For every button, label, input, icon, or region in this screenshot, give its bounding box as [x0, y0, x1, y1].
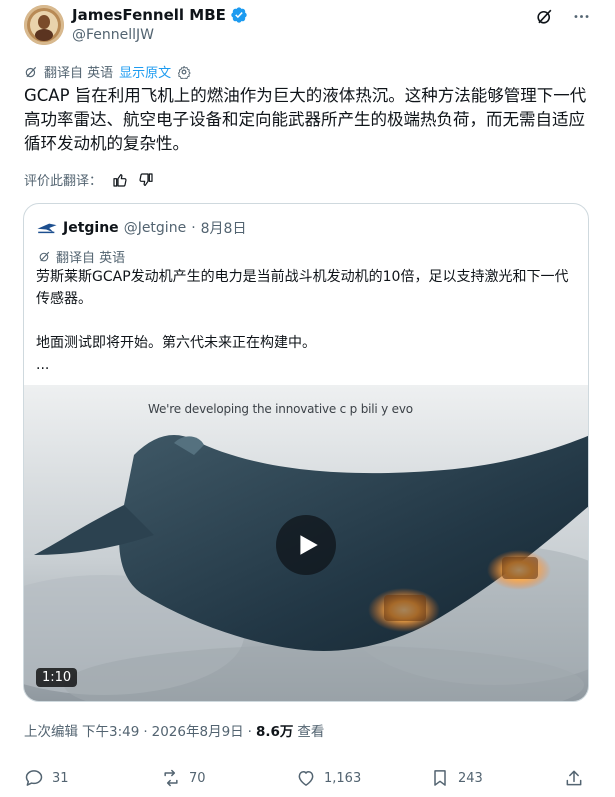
quoted-tweet-card[interactable]: Jetgine @Jetgine · 8月8日 翻译自 英语 劳斯莱斯GCAP发… — [23, 203, 589, 702]
bookmark-button[interactable]: 243 — [430, 768, 483, 788]
avatar[interactable] — [24, 5, 64, 45]
quoted-author-name[interactable]: Jetgine — [63, 220, 119, 236]
reply-icon — [25, 770, 43, 786]
quoted-author-handle[interactable]: @Jetgine — [124, 220, 187, 236]
reply-count: 31 — [52, 770, 69, 786]
translated-from-label: 翻译自 英语 — [44, 66, 114, 81]
play-icon — [300, 535, 318, 555]
display-name[interactable]: JamesFennell MBE — [72, 6, 226, 24]
views-count: 8.6万 — [255, 724, 294, 740]
quoted-translated-from: 翻译自 英语 — [56, 251, 126, 266]
rate-translation-bar: 评价此翻译： — [24, 170, 154, 189]
edited-label[interactable]: 上次编辑 — [24, 720, 78, 740]
quoted-paragraph-2: 地面测试即将开始。第六代未来正在构建中。 — [36, 335, 316, 351]
thumbs-down-icon[interactable] — [138, 172, 154, 188]
quoted-tweet-text: 劳斯莱斯GCAP发动机产生的电力是当前战斗机发动机的10倍，足以支持激光和下一代… — [36, 266, 581, 376]
quoted-date[interactable]: 8月8日 — [201, 218, 247, 238]
repost-icon — [164, 769, 178, 787]
tweet-date[interactable]: 2026年8月9日 — [152, 720, 244, 740]
repost-button[interactable]: 70 — [161, 768, 206, 788]
like-count: 1,163 — [324, 770, 362, 786]
like-icon — [298, 771, 314, 786]
tweet-text: GCAP 旨在利用飞机上的燃油作为巨大的液体热沉。这种方法能够管理下一代高功率雷… — [24, 86, 587, 153]
translate-icon — [39, 251, 50, 262]
tweet-metadata: 上次编辑 下午3:49 · 2026年8月9日 · 8.6万 查看 — [24, 720, 324, 740]
action-bar: 31 70 1,163 243 — [24, 768, 591, 792]
video-caption: We're developing the innovative c p bili… — [148, 402, 413, 416]
video-duration: 1:10 — [36, 668, 78, 687]
bookmark-icon — [434, 770, 446, 786]
handle[interactable]: @FennellJW — [72, 27, 154, 43]
like-button[interactable]: 1,163 — [296, 768, 361, 788]
play-button[interactable] — [276, 515, 336, 575]
quoted-paragraph-1: 劳斯莱斯GCAP发动机产生的电力是当前战斗机发动机的10倍，足以支持激光和下一代… — [36, 269, 569, 307]
settings-icon[interactable] — [177, 65, 191, 79]
translation-bar: 翻译自 英语 显示原文 — [24, 62, 191, 81]
translate-icon — [25, 66, 37, 77]
repost-count: 70 — [189, 770, 206, 786]
quoted-translation-label: 翻译自 英语 — [38, 247, 125, 266]
share-button[interactable] — [564, 768, 584, 788]
grok-icon[interactable] — [535, 7, 554, 26]
video-player[interactable]: We're developing the innovative c p bili… — [24, 385, 588, 701]
quoted-separator: · — [191, 220, 196, 236]
show-original-link[interactable]: 显示原文 — [119, 62, 171, 81]
verified-badge-icon — [231, 7, 247, 23]
quoted-ellipsis: ... — [36, 357, 50, 373]
bookmark-count: 243 — [458, 770, 483, 786]
more-icon[interactable] — [572, 7, 591, 26]
tweet-time[interactable]: 下午3:49 — [82, 720, 139, 740]
quoted-tweet-header: Jetgine @Jetgine · 8月8日 — [36, 218, 246, 238]
tweet-header: JamesFennell MBE @FennellJW — [24, 5, 591, 49]
jetgine-logo-icon — [37, 223, 57, 234]
views-label: 查看 — [297, 724, 325, 740]
meta-separator: · — [143, 724, 148, 740]
reply-button[interactable]: 31 — [24, 768, 69, 788]
rate-translation-label: 评价此翻译： — [24, 174, 103, 189]
meta-separator: · — [247, 724, 252, 740]
thumbs-up-icon[interactable] — [112, 172, 128, 188]
share-icon — [566, 770, 582, 786]
